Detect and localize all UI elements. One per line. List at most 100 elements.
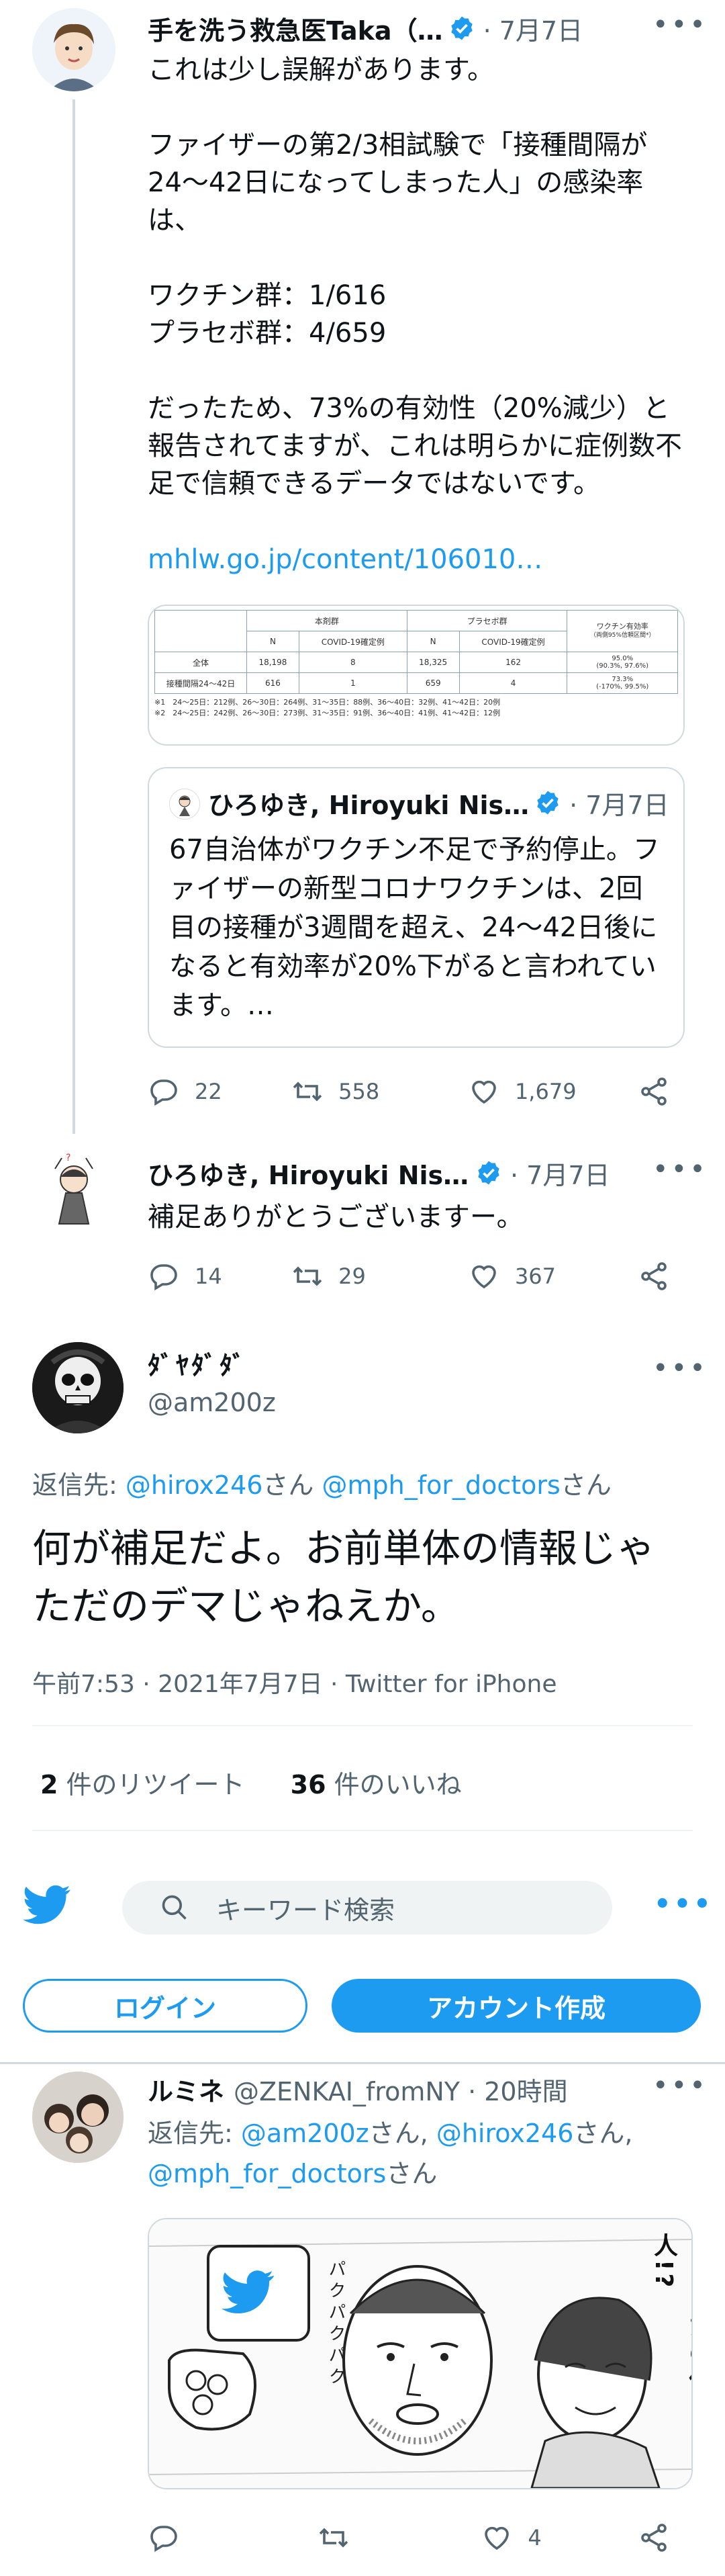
retweet-button[interactable]: 558 (291, 1075, 468, 1108)
verified-badge-icon (537, 791, 559, 815)
avatar-taka-illustration (32, 8, 115, 91)
tweet2-more-icon[interactable]: ••• (652, 1154, 708, 1185)
table-row-all: 全体 (154, 652, 247, 673)
quoted-tweet[interactable]: ひろゆき, Hiroyuki Nis… · 7月7日 67自治体がワクチン不足で… (148, 767, 685, 1048)
heart-icon (472, 1265, 496, 1289)
avatar-taka[interactable] (32, 8, 115, 91)
tweet1-actions: 22 558 1,679 (148, 1071, 685, 1112)
login-button[interactable]: ログイン (23, 1979, 307, 2033)
tweet1-more-icon[interactable]: ••• (652, 9, 708, 40)
reply-icon (150, 1264, 177, 1291)
thread-line (72, 99, 75, 1134)
table-col-cases: COVID-19確定例 (458, 631, 568, 652)
reply-to-mid: さん (262, 1470, 322, 1500)
verified-badge-icon (478, 1161, 499, 1185)
bar-more-icon[interactable]: ••• (654, 1889, 714, 1920)
main-more-icon[interactable]: ••• (652, 1353, 708, 1384)
reply-button[interactable]: 22 (148, 1075, 291, 1108)
quoted-text: 67自治体がワクチン不足で予約停止。ファイザーの新型コロナワクチンは、2回目の接… (169, 834, 660, 1021)
quoted-author-name: ひろゆき, Hiroyuki Nis… (208, 790, 530, 820)
tweet1-link[interactable]: mhlw.go.jp/content/106010… (148, 544, 542, 575)
table-col-n: N (246, 631, 299, 652)
share-button[interactable] (638, 1260, 685, 1292)
retweet-icon (293, 1081, 322, 1102)
table-cell: 18,198 (246, 652, 299, 673)
avatar-skull-illustration (32, 1342, 124, 1433)
reply-to-suffix: さん (386, 2159, 438, 2188)
main-engagement: 2 件のリツイート 36 件のいいね (40, 1764, 462, 1801)
like-button[interactable]: 367 (468, 1260, 638, 1292)
twitter-bird-icon[interactable] (23, 1885, 71, 1925)
login-label: ログイン (113, 1993, 216, 2023)
reply-comic-image[interactable]: パクパクパク どうしたの偉い人!? (148, 2218, 693, 2489)
main-author-handle[interactable]: @am200z (148, 1388, 276, 1417)
table-col-cases: COVID-19確定例 (298, 631, 407, 652)
reply-actions: 4 (148, 2518, 685, 2558)
table-col-efficacy: ワクチン有効率 (596, 622, 648, 631)
table-cell: 659 (406, 672, 460, 694)
search-box[interactable]: キーワード検索 (122, 1881, 612, 1935)
table-note-1: ※1 24〜25日：212例、26〜30日：264例、31〜35日：88例、36… (154, 698, 501, 707)
main-retweet-count: 2 (40, 1770, 58, 1800)
share-icon (641, 1077, 667, 1106)
signup-label: アカウント作成 (426, 1993, 606, 2023)
search-placeholder: キーワード検索 (216, 1895, 395, 1925)
quoted-date: · 7月7日 (569, 790, 669, 820)
retweet-button[interactable] (318, 2522, 481, 2554)
table-row-interval: 接種間隔24〜42日 (154, 672, 247, 694)
reply-reply-to: 返信先: @am200zさん, @hirox246さん, @mph_for_doc… (148, 2113, 685, 2194)
reply-to-link-hirox246[interactable]: @hirox246 (126, 1470, 263, 1500)
avatar-zenkai[interactable] (32, 2072, 124, 2163)
main-author-name[interactable]: ﾀﾞﾔﾀﾞﾀﾞ (148, 1345, 248, 1382)
main-tweet-meta[interactable]: 午前7:53 · 2021年7月7日 · Twitter for iPhone (32, 1664, 557, 1699)
divider (0, 2062, 725, 2064)
avatar-hiroyuki-illustration: ? (32, 1149, 115, 1232)
retweet-button[interactable]: 29 (291, 1260, 468, 1292)
like-stat[interactable]: 36 件のいいね (291, 1770, 462, 1800)
reply-button[interactable]: 14 (148, 1260, 291, 1292)
avatar-hiroyuki[interactable]: ? (32, 1149, 115, 1232)
tweet2-date[interactable]: · 7月7日 (510, 1155, 610, 1192)
tweet1-table-image[interactable]: 本剤群 プラセボ群 ワクチン有効率 （両側95%信頼区間*） N COVID-19… (148, 605, 685, 746)
tweet1-text: これは少し誤解があります。 ファイザーの第2/3相試験で「接種間隔が24〜42日… (148, 54, 682, 499)
tweet2-text: 補足ありがとうございますー。 (148, 1202, 524, 1233)
main-reply-to: 返信先: @hirox246さん @mph_for_doctorsさん (32, 1464, 612, 1501)
reply-to-link-hirox246[interactable]: @hirox246 (436, 2119, 574, 2148)
like-count: 4 (528, 2525, 542, 2550)
tweet1-author-name[interactable]: 手を洗う救急医Taka（… (148, 10, 443, 47)
retweet-stat[interactable]: 2 件のリツイート (40, 1770, 245, 1800)
table-cell: (-170%, 99.5%) (596, 683, 649, 691)
reply-to-link-am200z[interactable]: @am200z (241, 2119, 369, 2148)
main-like-label: 件のいいね (326, 1770, 462, 1800)
table-cell: 1 (298, 672, 407, 694)
table-cell: 616 (246, 672, 299, 694)
tweet1-date[interactable]: · 7月7日 (483, 10, 583, 47)
main-tweet-text: 何が補足だよ。お前単体の情報じゃただのデマじゃねえか。 (32, 1525, 656, 1629)
like-button[interactable]: 4 (481, 2522, 638, 2554)
table-group-vaccine: 本剤群 (246, 610, 407, 631)
share-button[interactable] (638, 2522, 685, 2554)
table-cell: 95.0% (612, 655, 634, 662)
avatar-am200z[interactable] (32, 1342, 124, 1433)
reply-to-link-mph[interactable]: @mph_for_doctors (148, 2159, 386, 2188)
retweet-count: 29 (338, 1263, 366, 1289)
like-button[interactable]: 1,679 (468, 1075, 638, 1108)
retweet-count: 558 (338, 1079, 380, 1104)
reply-to-mid: さん, (573, 2119, 633, 2148)
reply-to-prefix: 返信先: (32, 1470, 126, 1500)
avatar-hiroyuki-small (169, 789, 200, 819)
reply-handle-date[interactable]: @ZENKAI_fromNY · 20時間 (234, 2071, 568, 2108)
reply-to-link-mph[interactable]: @mph_for_doctors (322, 1470, 561, 1500)
table-col-n: N (406, 631, 460, 652)
signup-button[interactable]: アカウント作成 (332, 1979, 701, 2033)
table-cell: 73.3% (612, 676, 634, 683)
reply-to-mid: さん, (369, 2119, 436, 2148)
avatar-hiroyuki-small-illustration (170, 789, 199, 819)
share-button[interactable] (638, 1075, 685, 1108)
reply-author-name[interactable]: ルミネ (148, 2071, 224, 2108)
tweet2-author-name[interactable]: ひろゆき, Hiroyuki Nish… (148, 1155, 470, 1192)
reply-button[interactable] (148, 2522, 318, 2554)
tweet1-header: 手を洗う救急医Taka（… · 7月7日 (148, 9, 685, 47)
reply-more-icon[interactable]: ••• (652, 2070, 708, 2101)
tweet2-actions: 14 29 367 (148, 1256, 685, 1296)
